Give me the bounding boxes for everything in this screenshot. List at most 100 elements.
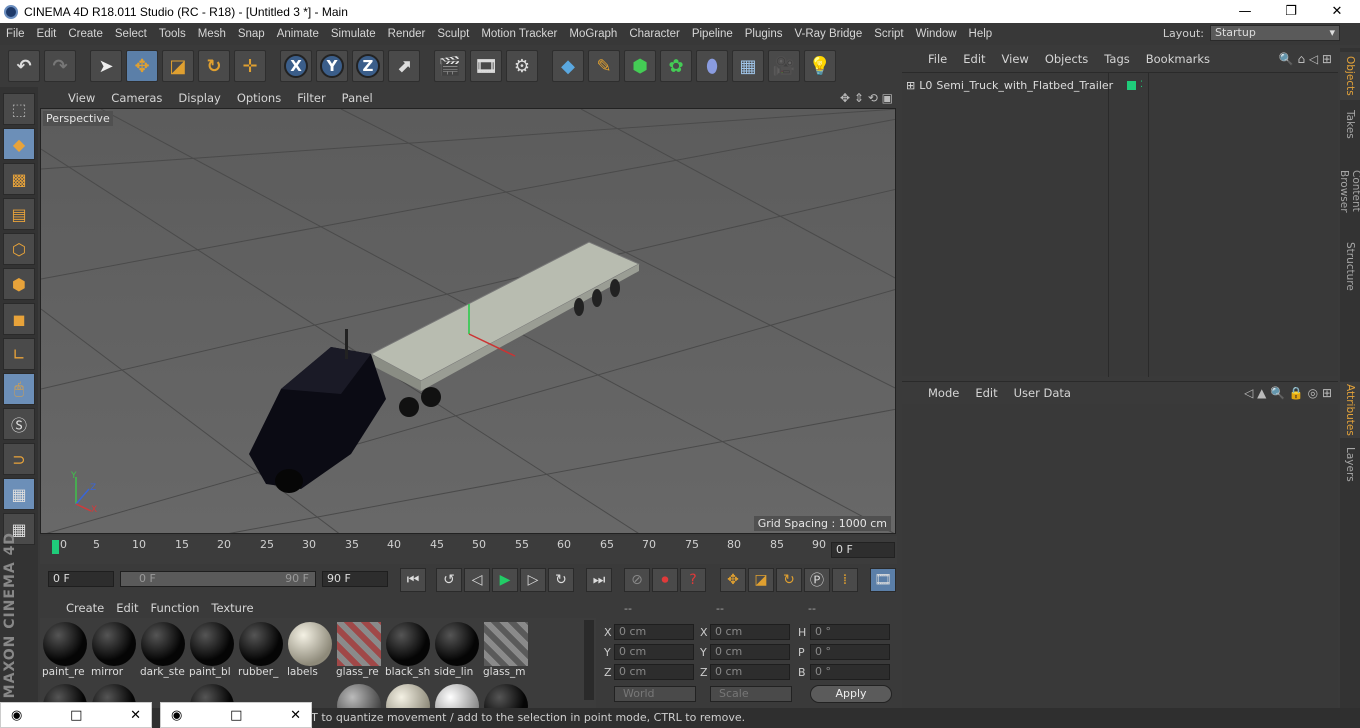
menu-animate[interactable]: Animate [271,28,325,40]
viewport-menu-panel[interactable]: Panel [334,91,381,105]
viewport-menu-display[interactable]: Display [170,91,228,105]
previous-frame-button[interactable]: ◁ [464,568,490,592]
om-menu-file[interactable]: File [920,52,955,66]
menu-help[interactable]: Help [963,28,999,40]
viewport-menu-options[interactable]: Options [229,91,289,105]
scale-dropdown[interactable]: Scale [710,686,792,702]
visibility-icon[interactable] [1127,80,1137,90]
undo-button[interactable]: ↶ [8,50,40,82]
size-y-field[interactable]: 0 cm [710,644,790,660]
floor-icon[interactable]: ▦ [732,50,764,82]
expand-icon[interactable]: ⊞ [906,79,915,92]
menu-mograph[interactable]: MoGraph [563,28,623,40]
axis-mode-icon[interactable]: ∟ [3,338,35,370]
om-nav-icons[interactable]: 🔍 ⌂ ◁ ⊞ [1279,52,1332,66]
camera-label[interactable]: Perspective [43,111,113,126]
menu-simulate[interactable]: Simulate [325,28,382,40]
menu-file[interactable]: File [0,28,31,40]
material-mirror[interactable]: mirror [91,620,137,678]
menu-motion-tracker[interactable]: Motion Tracker [475,28,563,40]
world-dropdown[interactable]: World [614,686,696,702]
menu-mesh[interactable]: Mesh [192,28,232,40]
taskbar-restore-button[interactable]: □ [230,708,242,723]
viewport-menu-cameras[interactable]: Cameras [103,91,170,105]
taskbar-window-1[interactable]: ◉ □ ✕ [0,702,152,728]
deformer-icon[interactable]: ⬮ [696,50,728,82]
pos-x-field[interactable]: 0 cm [614,624,694,640]
tab-layers[interactable]: Layers [1340,444,1360,484]
live-selection-icon[interactable]: ➤ [90,50,122,82]
recent-tool-icon[interactable]: ✛ [234,50,266,82]
snap-icon[interactable]: Ⓢ [3,408,35,440]
timeline-window-button[interactable]: 🎞 [870,568,896,592]
render-settings-icon[interactable]: ⚙ [506,50,538,82]
menu-script[interactable]: Script [868,28,909,40]
record-move-button[interactable]: ✥ [720,568,746,592]
material-menu-edit[interactable]: Edit [110,601,144,615]
next-key-button[interactable]: ↻ [548,568,574,592]
om-menu-edit[interactable]: Edit [955,52,993,66]
polygons-mode-icon[interactable]: ◼ [3,303,35,335]
material-labels[interactable]: labels [287,620,333,678]
size-z-field[interactable]: 0 cm [710,664,790,680]
taskbar-close-button[interactable]: ✕ [130,708,141,723]
points-mode-icon[interactable]: ⬡ [3,233,35,265]
end-frame-field[interactable]: 90 F [322,571,388,587]
coordinate-system-icon[interactable]: ⬈ [388,50,420,82]
menu-window[interactable]: Window [910,28,963,40]
menu-character[interactable]: Character [623,28,686,40]
menu-plugins[interactable]: Plugins [739,28,789,40]
scale-tool-icon[interactable]: ◪ [162,50,194,82]
render-visibility-icon[interactable]: ⁚ [1140,80,1143,90]
keyframe-selection-button[interactable]: ? [680,568,706,592]
texture-mode-icon[interactable]: ▩ [3,163,35,195]
current-frame-field[interactable]: 0 F [831,542,895,558]
menu-tools[interactable]: Tools [153,28,192,40]
material-paint-bl[interactable]: paint_bl [189,620,235,678]
material-black-sh[interactable]: black_sh [385,620,431,678]
spline-pen-icon[interactable]: ✎ [588,50,620,82]
om-menu-bookmarks[interactable]: Bookmarks [1138,52,1218,66]
record-position-button[interactable]: ⊘ [624,568,650,592]
rot-b-field[interactable]: 0 ° [810,664,890,680]
camera-icon[interactable]: 🎥 [768,50,800,82]
pos-y-field[interactable]: 0 cm [614,644,694,660]
record-pla-button[interactable]: ⁞ [832,568,858,592]
timeline-ruler[interactable]: 0 5 10 15 20 25 30 35 40 45 50 55 60 65 … [40,536,897,564]
pos-z-field[interactable]: 0 cm [614,664,694,680]
previous-key-button[interactable]: ↺ [436,568,462,592]
play-button[interactable]: ▶ [492,568,518,592]
attr-menu-user-data[interactable]: User Data [1006,386,1079,400]
material-menu-texture[interactable]: Texture [205,601,259,615]
material-menu-create[interactable]: Create [60,601,110,615]
edges-mode-icon[interactable]: ⬢ [3,268,35,300]
y-axis-lock-button[interactable]: Y [316,50,348,82]
menu-create[interactable]: Create [62,28,109,40]
render-picture-viewer-icon[interactable]: 🎞 [470,50,502,82]
frame-range-slider[interactable]: 0 F 90 F [120,571,316,587]
next-frame-button[interactable]: ▷ [520,568,546,592]
tab-objects[interactable]: Objects [1340,52,1360,100]
apply-button[interactable]: Apply [810,685,892,703]
tab-attributes[interactable]: Attributes [1340,382,1360,438]
redo-button[interactable]: ↷ [44,50,76,82]
model-mode-icon[interactable]: ◆ [3,128,35,160]
attr-nav-icons[interactable]: ◁ ▲ 🔍 🔒 ◎ ⊞ [1244,386,1332,400]
material-menu-function[interactable]: Function [145,601,206,615]
rotate-tool-icon[interactable]: ↻ [198,50,230,82]
material-rubber[interactable]: rubber_ [238,620,284,678]
attr-menu-mode[interactable]: Mode [920,386,967,400]
om-menu-objects[interactable]: Objects [1037,52,1096,66]
tab-structure[interactable]: Structure [1340,240,1360,292]
record-param-button[interactable]: Ⓟ [804,568,830,592]
taskbar-window-2[interactable]: ◉ □ ✕ [160,702,312,728]
move-tool-icon[interactable]: ✥ [126,50,158,82]
flatbed-trailer[interactable] [369,241,641,391]
enable-snap-icon[interactable]: ⊃ [3,443,35,475]
record-rotate-button[interactable]: ↻ [776,568,802,592]
material-dark-ste[interactable]: dark_ste [140,620,186,678]
object-name[interactable]: Semi_Truck_with_Flatbed_Trailer [936,79,1113,92]
size-x-field[interactable]: 0 cm [710,624,790,640]
tab-takes[interactable]: Takes [1340,104,1360,144]
viewport-menu-view[interactable]: View [60,91,103,105]
